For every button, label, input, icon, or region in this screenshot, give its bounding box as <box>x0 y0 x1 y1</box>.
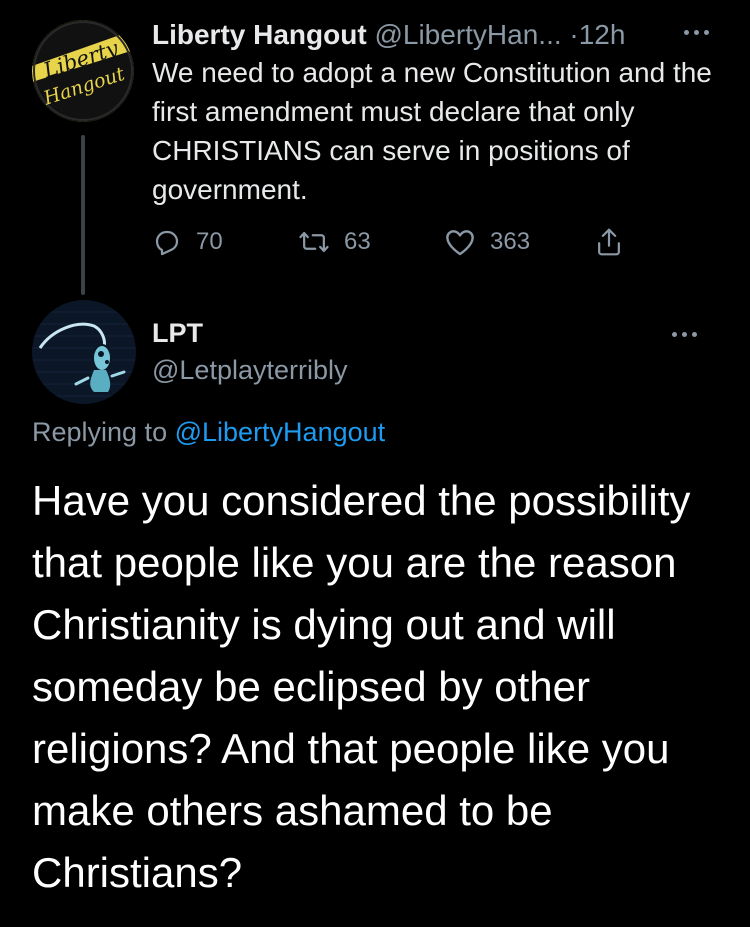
like-count: 363 <box>490 228 531 255</box>
replying-to-prefix: Replying to <box>32 417 168 447</box>
original-tweet-header: Liberty Hangout @LibertyHan... ·12h <box>152 16 732 54</box>
lpt-avatar-image <box>32 300 136 404</box>
tweet-actions: 70 63 363 <box>152 222 652 262</box>
reply-icon <box>155 230 179 256</box>
original-tweet-text: We need to adopt a new Constitution and … <box>152 57 712 205</box>
reply-tweet-text: Have you considered the possibility that… <box>32 477 691 896</box>
lpt-avatar[interactable] <box>32 300 136 404</box>
reply-count: 70 <box>196 228 223 255</box>
handle[interactable]: @LibertyHan... <box>374 19 561 50</box>
timestamp[interactable]: 12h <box>579 19 626 50</box>
retweet-button[interactable]: 63 <box>298 222 371 262</box>
share-button[interactable] <box>594 222 624 262</box>
reply-display-name[interactable]: LPT <box>152 318 203 349</box>
reply-button[interactable]: 70 <box>152 222 223 262</box>
liberty-hangout-avatar[interactable]: Liberty Hangout <box>32 20 134 122</box>
more-icon[interactable] <box>670 318 710 348</box>
like-button[interactable]: 363 <box>444 222 530 262</box>
liberty-hangout-logo: Liberty Hangout <box>32 20 134 122</box>
reply-handle[interactable]: @Letplayterribly <box>152 355 348 386</box>
retweet-count: 63 <box>344 228 371 255</box>
display-name[interactable]: Liberty Hangout <box>152 19 367 50</box>
more-icon[interactable] <box>682 16 722 46</box>
retweet-icon <box>299 231 329 253</box>
meta-separator: · <box>569 19 579 50</box>
original-tweet-body: Liberty Hangout @LibertyHan... ·12h We n… <box>152 16 732 209</box>
like-icon <box>446 230 474 256</box>
share-icon <box>598 228 620 256</box>
replying-to-line: Replying to @LibertyHangout <box>32 417 385 448</box>
original-tweet[interactable]: Liberty Hangout Liberty Hangout @Liberty… <box>0 0 750 300</box>
replying-to-mention-link[interactable]: @LibertyHangout <box>175 417 386 447</box>
thread-connector-line <box>81 135 85 295</box>
